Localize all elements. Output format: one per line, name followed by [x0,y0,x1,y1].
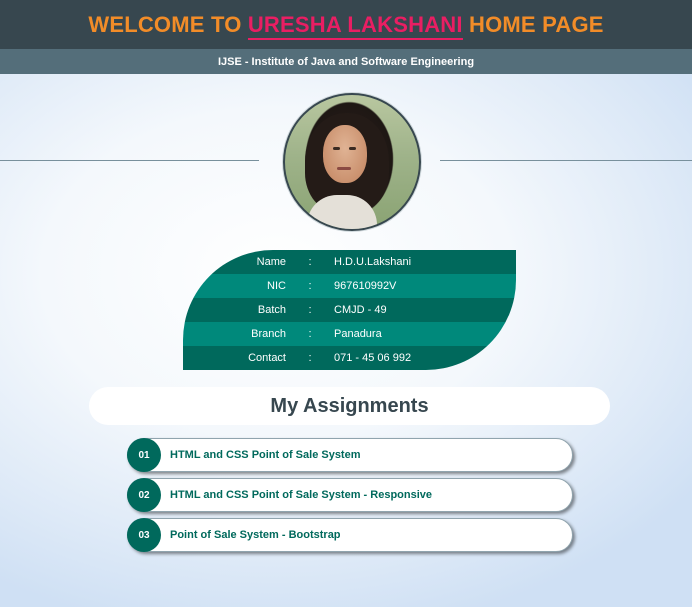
info-value: 071 - 45 06 992 [334,352,412,364]
info-label: Branch [251,328,286,340]
info-separator: : [308,256,312,268]
info-value: Panadura [334,328,382,340]
assignments-heading: My Assignments [270,394,429,417]
assignment-title: HTML and CSS Point of Sale System - Resp… [170,489,433,501]
assignment-link-03[interactable]: 03 Point of Sale System - Bootstrap [127,518,573,552]
info-value: 967610992V [334,280,397,292]
title-name: URESHA LAKSHANI [247,11,463,40]
info-row-batch: Batch : CMJD - 49 [183,298,516,322]
assignment-number-badge: 01 [127,438,161,472]
assignment-link-01[interactable]: 01 HTML and CSS Point of Sale System [127,438,573,472]
page-header: WELCOME TO URESHA LAKSHANI HOME PAGE [0,0,692,49]
assignments-heading-box: My Assignments [89,387,610,425]
institute-name: IJSE - Institute of Java and Software En… [217,55,475,68]
info-separator: : [308,304,312,316]
title-prefix: WELCOME TO [88,11,248,37]
subheader: IJSE - Institute of Java and Software En… [0,49,692,74]
assignment-number-badge: 02 [127,478,161,512]
info-label: Name [256,256,286,268]
page-title: WELCOME TO URESHA LAKSHANI HOME PAGE [88,11,604,40]
info-value: H.D.U.Lakshani [334,256,412,268]
title-suffix: HOME PAGE [462,11,604,37]
assignment-link-02[interactable]: 02 HTML and CSS Point of Sale System - R… [127,478,573,512]
info-row-contact: Contact : 071 - 45 06 992 [183,346,516,370]
info-label: NIC [267,280,286,292]
assignment-number-badge: 03 [127,518,161,552]
info-separator: : [308,352,312,364]
profile-info-card: Name : H.D.U.Lakshani NIC : 967610992V B… [183,250,516,370]
divider-right [440,160,692,161]
info-row-nic: NIC : 967610992V [183,274,516,298]
info-row-name: Name : H.D.U.Lakshani [183,250,516,274]
assignment-title: HTML and CSS Point of Sale System [170,449,361,461]
info-label: Batch [257,304,286,316]
divider-left [0,160,259,161]
assignment-title: Point of Sale System - Bootstrap [170,529,341,541]
info-separator: : [308,328,312,340]
info-value: CMJD - 49 [334,304,387,316]
info-separator: : [308,280,312,292]
info-row-branch: Branch : Panadura [183,322,516,346]
info-label: Contact [248,352,286,364]
profile-photo [283,93,421,231]
